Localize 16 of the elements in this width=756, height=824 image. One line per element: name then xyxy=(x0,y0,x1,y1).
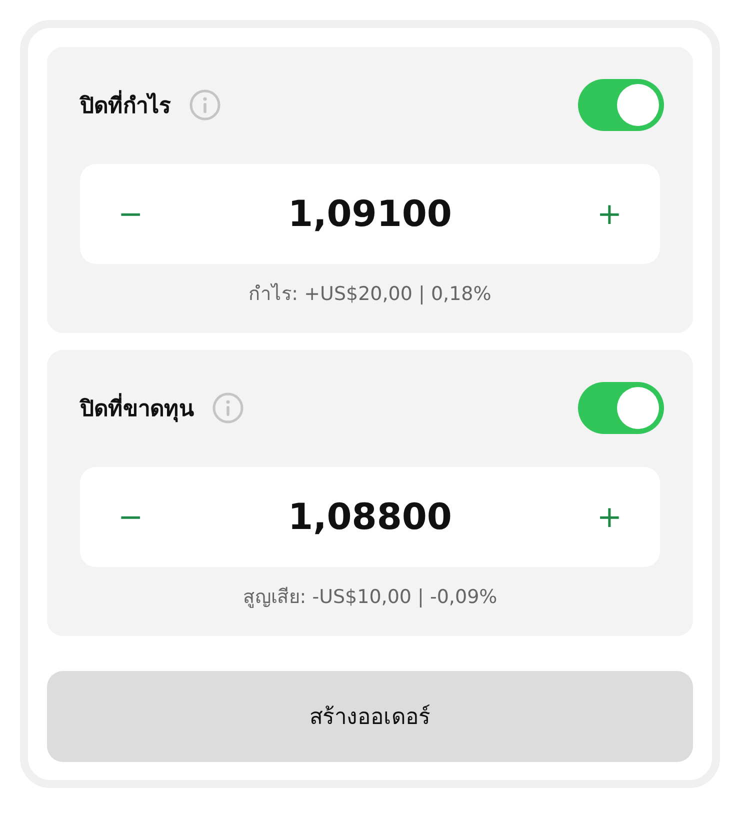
stepper-field[interactable]: − 1,08800 + xyxy=(80,467,660,568)
toggle-switch[interactable] xyxy=(578,79,664,131)
section-title: ปิดที่กำไร xyxy=(80,88,171,122)
section-title: ปิดที่ขาดทุน xyxy=(80,390,194,426)
stepper-field[interactable]: − 1,09100 + xyxy=(80,164,660,264)
summary-text: สูญเสีย: -US$10,00 | -0,09% xyxy=(242,585,498,610)
info-icon[interactable] xyxy=(189,89,221,121)
summary-text: กำไร: +US$20,00 | 0,18% xyxy=(248,282,492,307)
value-text: 1,08800 xyxy=(288,496,452,538)
value-text: 1,09100 xyxy=(288,194,452,234)
create-order-button[interactable]: สร้างออเดอร์ xyxy=(47,671,693,762)
plus-button[interactable]: + xyxy=(586,196,632,232)
minus-button[interactable]: − xyxy=(108,500,154,535)
minus-button[interactable]: − xyxy=(108,196,154,232)
info-icon[interactable] xyxy=(212,392,244,424)
plus-button[interactable]: + xyxy=(586,500,632,535)
